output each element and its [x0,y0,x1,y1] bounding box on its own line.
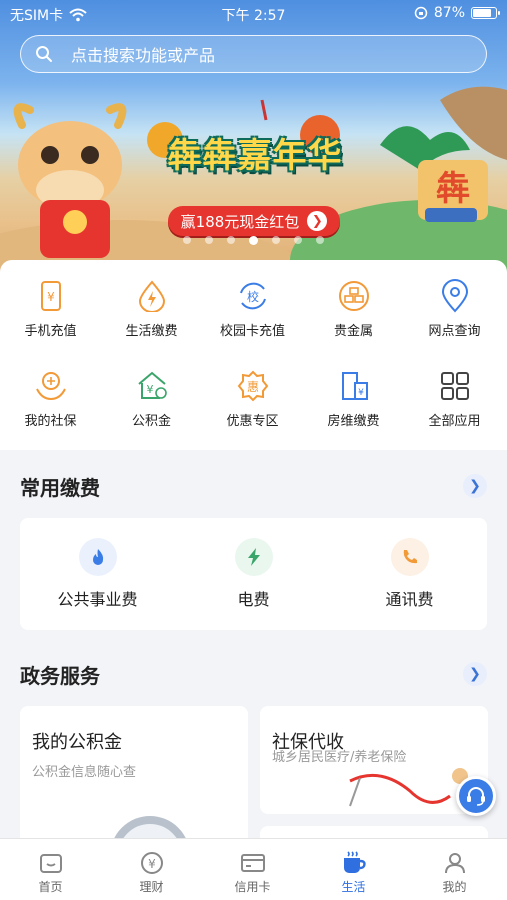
carousel-dot[interactable] [294,236,302,244]
arrow-right-icon: ❯ [307,211,328,231]
credit-card-icon [240,854,265,872]
menu-item-label: 贵金属 [333,324,373,339]
fee-item-telecom[interactable]: 通讯费 [332,518,487,630]
headset-icon [467,787,485,806]
tab-wealth[interactable]: ¥ 理财 [101,839,202,900]
campus-card-icon: 校 [239,282,266,310]
bottom-tab-bar: 首页 ¥ 理财 信用卡 生活 我的 [0,838,507,900]
carousel-dot[interactable] [227,236,235,244]
gov-services-more-button[interactable]: ❯ [463,662,487,686]
tab-label: 信用卡 [234,880,271,894]
discount-icon: 惠 [237,370,268,402]
social-security-icon [35,372,66,401]
menu-item-branch-search[interactable]: 网点查询 [404,276,505,346]
gov-services-title: 政务服务 [20,664,100,688]
menu-item-social-security[interactable]: 我的社保 [0,366,101,436]
tab-label: 我的 [442,880,467,894]
menu-item-campus-card[interactable]: 校 校园卡充值 [202,276,303,346]
search-icon [36,46,52,62]
menu-item-label: 全部应用 [428,414,481,429]
search-placeholder: 点击搜索功能或产品 [71,46,216,65]
tab-mine[interactable]: 我的 [404,839,505,900]
tab-label: 理财 [139,880,164,894]
banner-title: 犇犇嘉年华 [167,136,343,176]
menu-item-label: 我的社保 [24,414,77,429]
fee-item-label: 通讯费 [385,590,434,609]
svg-text:¥: ¥ [146,383,153,396]
menu-item-label: 网点查询 [428,324,481,339]
menu-item-discount-zone[interactable]: 惠 优惠专区 [202,366,303,436]
svg-text:¥: ¥ [358,388,364,398]
tab-label: 生活 [341,880,366,894]
chevron-right-icon: ❯ [469,478,481,494]
gold-bars-icon [338,281,369,311]
lightning-icon [247,548,260,566]
common-fees-more-button[interactable]: ❯ [463,474,487,498]
svg-text:校: 校 [246,289,258,304]
chevron-right-icon: ❯ [469,666,481,682]
magnifier-illustration [111,816,189,846]
fee-item-electricity[interactable]: 电费 [176,518,331,630]
carousel-dot-active[interactable] [249,236,258,245]
stethoscope-illustration [349,768,468,807]
battery-percent: 87% [433,5,465,21]
yuan-coin-icon: ¥ [140,852,163,874]
housing-fund-card[interactable]: 我的公积金 公积金信息随心查 [20,706,248,846]
fee-item-utilities[interactable]: 公共事业费 [20,518,175,630]
menu-item-label: 优惠专区 [226,414,279,429]
location-pin-icon [441,279,468,313]
tab-home[interactable]: 首页 [0,839,101,900]
svg-text:犇: 犇 [436,169,470,209]
housing-fund-icon: ¥ [137,371,167,399]
menu-item-life-payment[interactable]: 生活缴费 [101,276,202,346]
search-bar[interactable]: 点击搜索功能或产品 [20,35,487,73]
carousel-dot[interactable] [205,236,213,244]
svg-text:¥: ¥ [148,857,156,871]
svg-text:惠: 惠 [246,380,258,394]
social-insurance-card[interactable]: 社保代收 城乡居民医疗/养老保险 [260,706,488,814]
customer-service-button[interactable] [456,776,496,816]
coffee-cup-icon [343,851,366,873]
fee-item-label: 公共事业费 [57,590,138,609]
building-repair-icon: ¥ [341,372,368,400]
menu-item-label: 生活缴费 [125,324,178,339]
menu-item-housing-fund[interactable]: ¥ 公积金 [101,366,202,436]
flame-icon [92,549,103,565]
battery-icon [471,7,500,19]
svg-text:¥: ¥ [47,290,55,304]
common-fees-title: 常用缴费 [20,476,100,500]
menu-item-all-apps[interactable]: 全部应用 [404,366,505,436]
status-bar: 无SIM卡 下午 2:57 87% [0,0,507,28]
carousel-dots[interactable] [0,236,507,245]
lightning-drop-icon [138,280,165,312]
carousel-dot[interactable] [316,236,324,244]
menu-item-precious-metal[interactable]: 贵金属 [303,276,404,346]
carousel-dot[interactable] [183,236,191,244]
orientation-lock-icon [414,6,428,20]
menu-item-label: 房维缴费 [327,414,380,429]
menu-item-label: 公积金 [131,414,171,429]
hero-banner[interactable]: 犇 无SIM卡 下午 2:57 87% 点击搜索功能或产品 犇犇嘉年华 赢188… [0,0,507,280]
tab-life[interactable]: 生活 [303,839,404,900]
menu-item-building-maintenance[interactable]: ¥ 房维缴费 [303,366,404,436]
tab-credit-card[interactable]: 信用卡 [202,839,303,900]
menu-item-phone-recharge[interactable]: ¥ 手机充值 [0,276,101,346]
banner-cta-label: 赢188元现金红包 [180,212,300,231]
menu-item-label: 校园卡充值 [219,324,285,339]
phone-call-icon [403,550,417,564]
banner-cta-button[interactable]: 赢188元现金红包 ❯ [168,206,340,236]
menu-item-label: 手机充值 [24,324,77,339]
common-fees-card: 公共事业费 电费 通讯费 [20,518,487,630]
carousel-dot[interactable] [272,236,280,244]
user-icon [444,853,465,874]
quick-menu-grid: ¥ 手机充值 生活缴费 校 校园卡充值 贵金属 网点查询 我的社保 ¥ 公积金 … [0,260,507,450]
tab-label: 首页 [38,880,63,894]
home-icon [39,854,62,873]
phone-recharge-icon: ¥ [40,281,61,311]
fee-item-label: 电费 [237,590,270,609]
all-apps-grid-icon [440,372,469,400]
